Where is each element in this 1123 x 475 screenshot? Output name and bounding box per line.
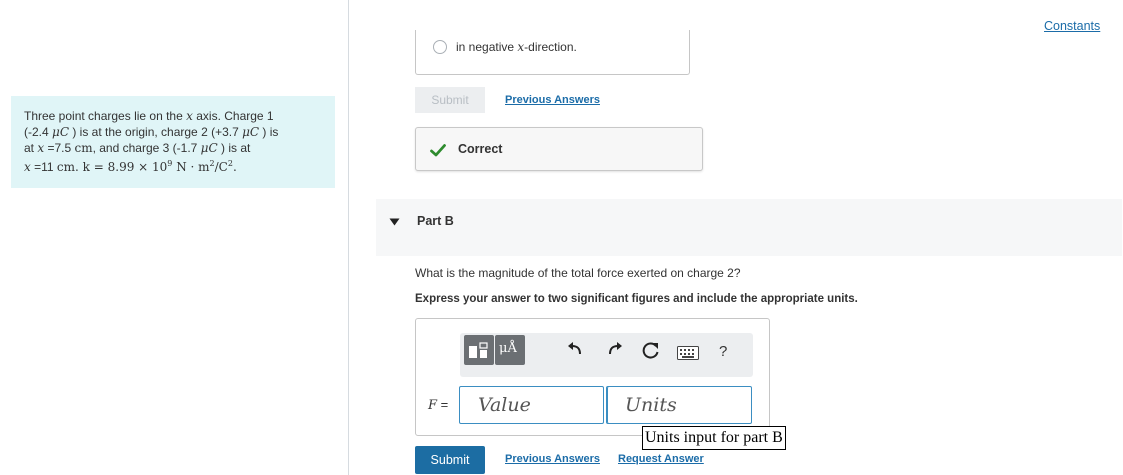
problem-text: at <box>24 141 38 155</box>
collapse-triangle-icon[interactable] <box>389 218 400 226</box>
templates-icon[interactable] <box>464 335 494 365</box>
unit-cm: cm <box>74 141 93 155</box>
units-symbols-button[interactable]: μÅ <box>495 335 525 365</box>
request-answer-link[interactable]: Request Answer <box>618 453 704 465</box>
part-b-answer-box: μÅ ? F = <box>415 318 770 436</box>
math-x: x <box>24 160 31 174</box>
unit-c: /C <box>214 160 228 174</box>
coulomb-constant: . k = 8.99 × 10 <box>75 160 168 174</box>
option-text: in negative <box>456 40 518 54</box>
part-b-instruction: Express your answer to two significant f… <box>415 293 858 305</box>
part-b-previous-answers-link[interactable]: Previous Answers <box>505 453 600 465</box>
correct-label: Correct <box>458 142 503 156</box>
part-b-title: Part B <box>417 214 454 228</box>
part-b-header[interactable]: Part B <box>376 199 1122 256</box>
problem-line-2: (-2.4 μC ) is at the origin, charge 2 (+… <box>24 124 325 140</box>
part-a-previous-answers-link[interactable]: Previous Answers <box>505 94 600 106</box>
problem-line-3: at x =7.5 cm, and charge 3 (-1.7 μC ) is… <box>24 140 325 156</box>
units-symbols-label: μÅ <box>499 341 517 356</box>
part-a-submit-button[interactable]: Submit <box>415 87 485 113</box>
position3-value: =11 <box>30 160 57 174</box>
position2-value: =7.5 <box>44 141 75 155</box>
problem-text: ) is at <box>217 141 251 155</box>
problem-line-1: Three point charges lie on the x axis. C… <box>24 108 325 124</box>
problem-text: ) is at the origin, charge 2 (+3.7 <box>69 125 243 139</box>
keyboard-icon[interactable] <box>677 346 699 360</box>
unit-cm: cm <box>56 160 76 174</box>
panel-divider <box>348 0 349 475</box>
problem-text: ) is <box>259 125 279 139</box>
equals-sign: = <box>437 397 449 412</box>
period: . <box>232 160 237 174</box>
problem-text: axis. Charge 1 <box>192 109 274 123</box>
part-b-submit-button[interactable]: Submit <box>415 446 485 474</box>
reset-icon[interactable] <box>642 342 660 360</box>
option-text: -direction. <box>524 40 577 54</box>
units-input-tooltip: Units input for part B <box>642 426 786 450</box>
part-b-question: What is the magnitude of the total force… <box>415 266 741 280</box>
variable-f: F <box>428 398 438 413</box>
unit-microcoulomb: μC <box>52 125 69 139</box>
problem-statement: Three point charges lie on the x axis. C… <box>11 96 335 188</box>
constants-link[interactable]: Constants <box>1044 19 1100 33</box>
problem-text: Three point charges lie on the <box>24 109 187 123</box>
correct-feedback: Correct <box>415 127 703 171</box>
radio-label: in negative x-direction. <box>456 40 577 54</box>
help-icon[interactable]: ? <box>719 343 727 360</box>
undo-icon[interactable] <box>567 342 583 356</box>
unit-nm: N · m <box>172 160 210 174</box>
unit-microcoulomb: μC <box>242 125 260 139</box>
problem-line-4: x =11 cm. k = 8.99 × 109 N · m2/C2. <box>24 156 325 175</box>
templates-glyph-icon <box>469 342 488 358</box>
value-input[interactable] <box>459 386 604 424</box>
part-a-answer-box: in negative x-direction. <box>415 30 690 75</box>
problem-text: , and charge 3 (-1.7 <box>92 141 201 155</box>
redo-icon[interactable] <box>607 342 623 356</box>
units-input[interactable] <box>606 386 752 424</box>
checkmark-icon <box>430 144 446 157</box>
force-variable-label: F = <box>428 397 448 413</box>
unit-microcoulomb: μC <box>200 141 218 155</box>
math-x: x <box>186 109 193 123</box>
math-toolbar: μÅ ? <box>460 333 753 377</box>
charge1-value: (-2.4 <box>24 125 53 139</box>
radio-negative-x[interactable] <box>433 40 447 54</box>
